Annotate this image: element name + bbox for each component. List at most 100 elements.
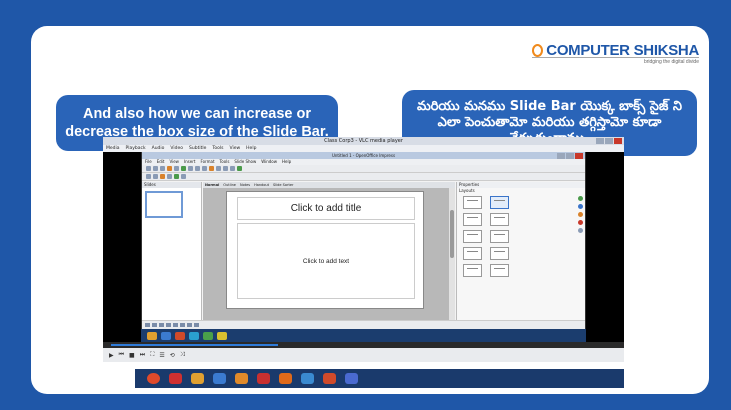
stop-icon[interactable]: ■: [129, 352, 135, 359]
tab-notes[interactable]: Notes: [240, 182, 250, 188]
impress-menu-slideshow[interactable]: Slide Show: [234, 159, 256, 165]
maximize-icon[interactable]: [566, 153, 574, 159]
taskbar-app-icon[interactable]: [257, 373, 270, 384]
tab-outline[interactable]: Outline: [223, 182, 236, 188]
folder-icon[interactable]: [191, 373, 204, 384]
taskbar-app-icon[interactable]: [169, 373, 182, 384]
layout-blank[interactable]: [463, 196, 482, 209]
vlc-icon[interactable]: [279, 373, 292, 384]
print-icon[interactable]: [174, 166, 179, 171]
vlc-menu-playback[interactable]: Playback: [126, 145, 146, 152]
view-tabs: Normal Outline Notes Handout Slide Sorte…: [203, 182, 455, 188]
animation-icon[interactable]: [578, 212, 583, 217]
transition-icon[interactable]: [578, 220, 583, 225]
close-icon[interactable]: [575, 153, 583, 159]
area-style-icon[interactable]: [167, 174, 172, 179]
taskbar-app-icon[interactable]: [323, 373, 336, 384]
vlc-window-controls: [596, 138, 622, 144]
layouts-grid: [463, 196, 509, 277]
rectangle-icon[interactable]: [159, 323, 164, 327]
shadow-icon[interactable]: [181, 174, 186, 179]
taskbar-app-icon[interactable]: [213, 373, 226, 384]
shuffle-icon[interactable]: ⤨: [180, 351, 185, 359]
maximize-icon[interactable]: [605, 138, 613, 144]
slideshow-icon[interactable]: [237, 166, 242, 171]
line-color-icon[interactable]: [160, 174, 165, 179]
line-style-icon[interactable]: [146, 174, 151, 179]
slides-pane-label: Slides: [142, 182, 201, 188]
connector-icon[interactable]: [187, 323, 192, 327]
taskbar-app-icon[interactable]: [345, 373, 358, 384]
vlc-menu-video[interactable]: Video: [170, 145, 183, 152]
minimize-icon[interactable]: [557, 153, 565, 159]
new-icon[interactable]: [146, 166, 151, 171]
line-icon[interactable]: [152, 323, 157, 327]
loop-icon[interactable]: ⟲: [170, 352, 175, 359]
vlc-menu-media[interactable]: Media: [106, 145, 120, 152]
layout-title-2-content[interactable]: [463, 230, 482, 243]
title-placeholder[interactable]: Click to add title: [237, 197, 415, 220]
cut-icon[interactable]: [188, 166, 193, 171]
next-icon[interactable]: ⏭: [140, 351, 145, 359]
close-icon[interactable]: [614, 138, 622, 144]
layout-title-only[interactable]: [463, 213, 482, 226]
vlc-menu-view[interactable]: View: [229, 145, 240, 152]
taskbar-app-icon: [175, 331, 185, 340]
previous-icon[interactable]: ⏮: [119, 351, 124, 359]
shapes-icon[interactable]: [194, 323, 199, 327]
impress-menu-window[interactable]: Window: [261, 159, 277, 165]
taskbar-app-icon[interactable]: [235, 373, 248, 384]
tab-normal[interactable]: Normal: [205, 182, 219, 188]
layout-centered-text[interactable]: [490, 213, 509, 226]
text-placeholder[interactable]: Click to add text: [237, 223, 415, 299]
redo-icon[interactable]: [216, 166, 221, 171]
slides-pane[interactable]: Slides: [142, 182, 202, 320]
line-width-icon[interactable]: [153, 174, 158, 179]
paste-icon[interactable]: [202, 166, 207, 171]
undo-icon[interactable]: [209, 166, 214, 171]
open-icon[interactable]: [153, 166, 158, 171]
chart-icon[interactable]: [223, 166, 228, 171]
curve-icon[interactable]: [180, 323, 185, 327]
save-icon[interactable]: [160, 166, 165, 171]
editor-vertical-scrollbar[interactable]: [449, 188, 455, 320]
layout-vertical[interactable]: [490, 264, 509, 277]
drawing-toolbar: [142, 320, 585, 329]
layout-title-2-content-2[interactable]: [463, 247, 482, 260]
text-tool-icon[interactable]: [173, 323, 178, 327]
vlc-menu-audio[interactable]: Audio: [152, 145, 165, 152]
navigator-icon[interactable]: [578, 228, 583, 233]
vlc-menu-subtitle[interactable]: Subtitle: [189, 145, 206, 152]
table-icon[interactable]: [230, 166, 235, 171]
spellcheck-icon[interactable]: [181, 166, 186, 171]
tab-slide-sorter[interactable]: Slide Sorter: [273, 182, 293, 188]
export-pdf-icon[interactable]: [167, 166, 172, 171]
area-color-icon[interactable]: [174, 174, 179, 179]
impress-menu-view[interactable]: View: [169, 159, 179, 165]
layout-title-4-content[interactable]: [490, 247, 509, 260]
impress-menu-help[interactable]: Help: [282, 159, 291, 165]
impress-menu-insert[interactable]: Insert: [184, 159, 195, 165]
properties-deck-icon[interactable]: [578, 196, 583, 201]
taskbar-app-icon[interactable]: [301, 373, 314, 384]
vlc-menu-tools[interactable]: Tools: [212, 145, 223, 152]
start-orb-icon[interactable]: [147, 373, 160, 384]
impress-menu-edit[interactable]: Edit: [157, 159, 165, 165]
tab-handout[interactable]: Handout: [254, 182, 269, 188]
minimize-icon[interactable]: [596, 138, 604, 144]
layout-title-content-2[interactable]: [490, 230, 509, 243]
vlc-menu-help[interactable]: Help: [246, 145, 256, 152]
layout-title-content[interactable]: [490, 196, 509, 209]
copy-icon[interactable]: [195, 166, 200, 171]
slide-thumbnail[interactable]: [145, 191, 183, 218]
impress-menu-format[interactable]: Format: [200, 159, 214, 165]
select-icon[interactable]: [145, 323, 150, 327]
impress-menu-file[interactable]: File: [145, 159, 152, 165]
fullscreen-icon[interactable]: ⛶: [150, 351, 154, 359]
master-slides-icon[interactable]: [578, 204, 583, 209]
play-icon[interactable]: ▶: [109, 352, 114, 359]
playlist-icon[interactable]: ☰: [159, 352, 164, 359]
ellipse-icon[interactable]: [166, 323, 171, 327]
impress-menu-tools[interactable]: Tools: [220, 159, 230, 165]
layout-title-6-content[interactable]: [463, 264, 482, 277]
